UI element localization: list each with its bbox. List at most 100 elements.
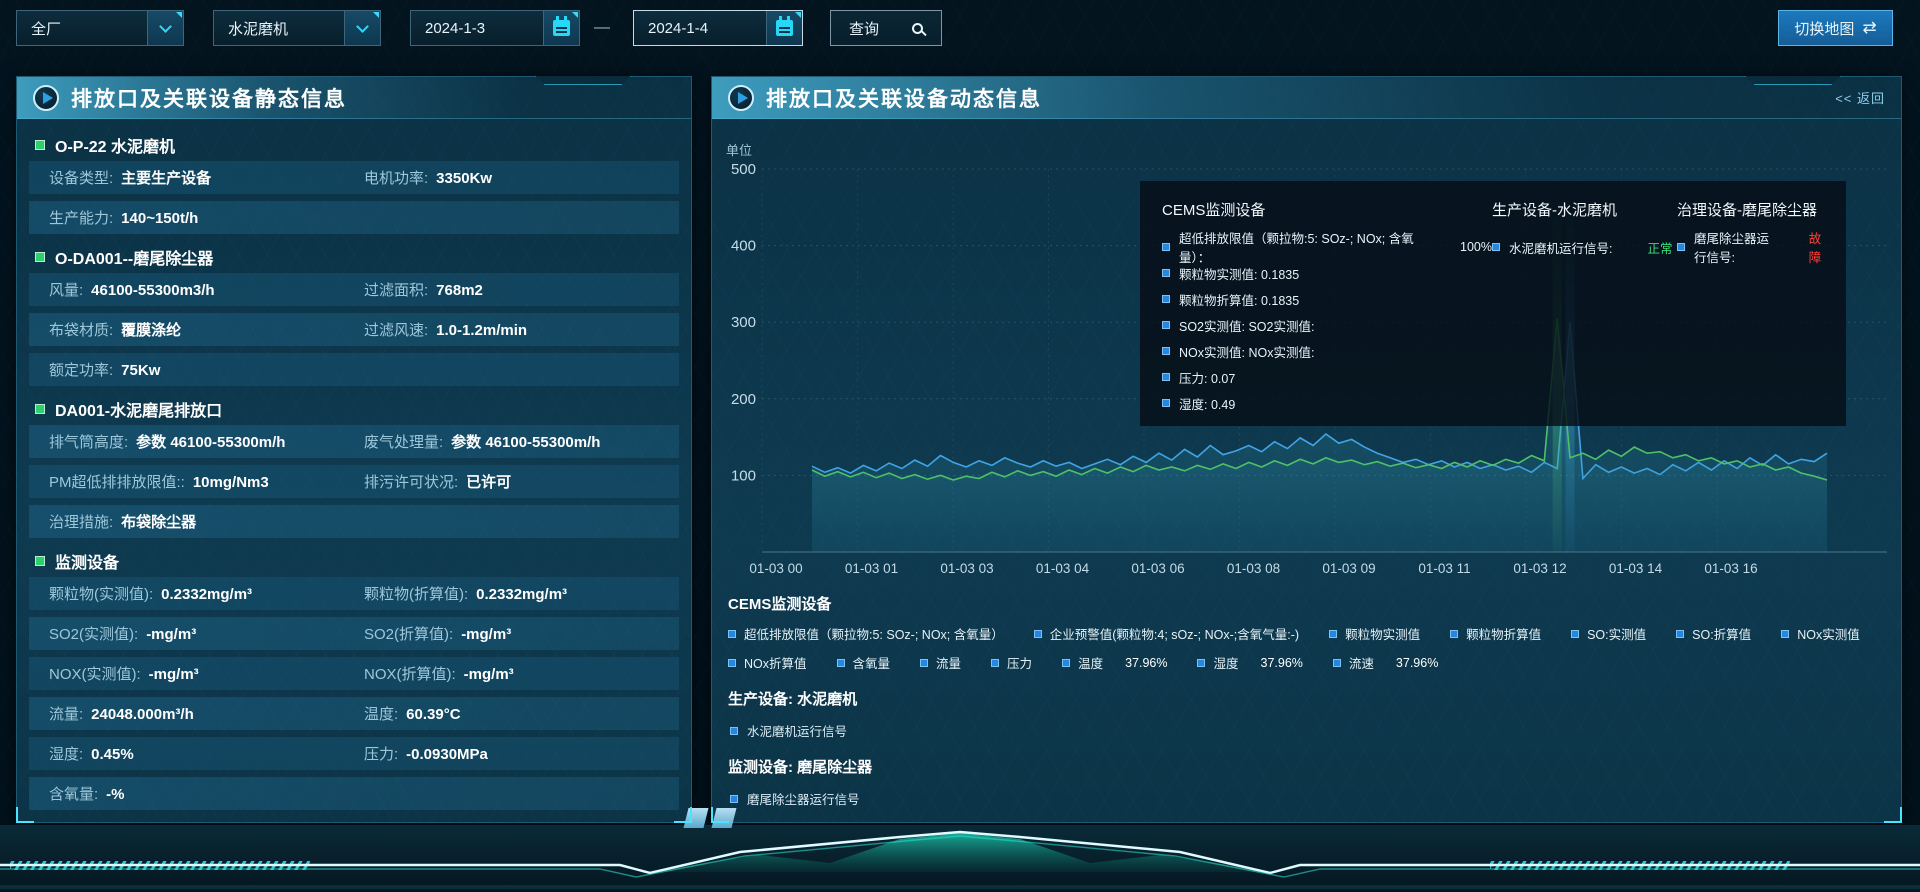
tooltip-cems-title: CEMS监测设备: [1162, 199, 1492, 220]
chevron-down-icon: [159, 20, 172, 33]
legend-marker-icon: [1034, 630, 1042, 638]
dynamic-info-title: 排放口及关联设备动态信息: [766, 83, 1042, 113]
info-cell: 颗粒物(实测值):0.2332mg/m³: [49, 583, 364, 604]
x-axis-tick-label: 01-03 01: [845, 561, 898, 576]
y-axis-unit-label: 单位: [726, 143, 752, 158]
y-axis-tick-label: 500: [731, 161, 756, 178]
field-value: 140~150t/h: [121, 210, 198, 227]
legend-marker-icon: [1677, 243, 1685, 251]
legend-item[interactable]: 企业预警值(颗粒物:4; sOz-; NOx-;含氧气量:-): [1034, 624, 1299, 643]
field-label: 压力:: [364, 743, 398, 764]
info-cell: 排污许可状况:已许可: [364, 471, 679, 492]
y-axis-tick-label: 100: [731, 467, 756, 484]
field-label: 废气处理量:: [364, 431, 443, 452]
info-cell: 设备类型:主要生产设备: [49, 167, 364, 188]
info-row: SO2(实测值):-mg/m³SO2(折算值):-mg/m³: [29, 617, 679, 650]
device-select-dropdown-button[interactable]: [344, 11, 380, 45]
tooltip-treatment-column: 治理设备-磨尾除尘器 磨尾除尘器运行信号: 故障: [1677, 199, 1826, 412]
info-row: 排气筒高度:参数 46100-55300m/h废气处理量:参数 46100-55…: [29, 425, 679, 458]
search-icon: [912, 23, 923, 34]
x-axis-tick-label: 01-03 00: [749, 561, 802, 576]
field-label: 治理措施:: [49, 511, 113, 532]
field-value: 覆膜涤纶: [121, 319, 181, 340]
x-axis-tick-label: 01-03 03: [940, 561, 993, 576]
chevron-down-icon: [356, 20, 369, 33]
legend-item[interactable]: 超低排放限值（颗拉物:5: SOz-; NOx; 含氧量）: [728, 624, 1004, 643]
green-square-icon: [35, 556, 45, 566]
legend-item[interactable]: 流量: [920, 653, 961, 672]
date-from-picker-button[interactable]: [543, 11, 579, 45]
info-cell: NOX(实测值):-mg/m³: [49, 663, 364, 684]
static-info-title: 排放口及关联设备静态信息: [71, 83, 347, 113]
field-label: 布袋材质:: [49, 319, 113, 340]
query-button[interactable]: 查询: [830, 10, 942, 46]
chart-tooltip: CEMS监测设备 超低排放限值（颗拉物:5: SOz-; NOx; 含氧量）：1…: [1140, 181, 1846, 426]
tooltip-cems-column: CEMS监测设备 超低排放限值（颗拉物:5: SOz-; NOx; 含氧量）：1…: [1162, 199, 1492, 412]
legend-marker-icon: [1162, 321, 1170, 329]
legend-marker-icon: [1162, 373, 1170, 381]
tooltip-item: 颗粒物折算值: 0.1835: [1162, 286, 1492, 312]
legend-item[interactable]: 压力: [991, 653, 1032, 672]
section-header: 监测设备: [29, 545, 679, 577]
info-row: 湿度:0.45%压力:-0.0930MPa: [29, 737, 679, 770]
legend-item[interactable]: 颗粒物折算值: [1450, 624, 1541, 643]
calendar-icon: [776, 20, 793, 36]
back-link[interactable]: << 返回: [1835, 88, 1885, 107]
info-cell: 温度:60.39°C: [364, 703, 679, 724]
plant-select-dropdown-button[interactable]: [147, 11, 183, 45]
legend-item[interactable]: 流速37.96%: [1333, 653, 1438, 672]
play-icon: [728, 85, 754, 111]
info-cell: 额定功率:75Kw: [49, 359, 364, 380]
date-to-value: 2024-1-4: [634, 20, 766, 37]
tooltip-production-column: 生产设备-水泥磨机 水泥磨机运行信号: 正常: [1492, 199, 1677, 412]
field-label: 湿度:: [49, 743, 83, 764]
legend-marker-icon: [1329, 630, 1337, 638]
date-to-input[interactable]: 2024-1-4: [633, 10, 803, 46]
section-header: O-P-22 水泥磨机: [29, 129, 679, 161]
play-icon: [33, 85, 59, 111]
info-cell: 风量:46100-55300m3/h: [49, 279, 364, 300]
dynamic-info-panel: 排放口及关联设备动态信息 << 返回 单位10020030040050001-0…: [711, 76, 1902, 823]
info-cell: SO2(实测值):-mg/m³: [49, 623, 364, 644]
legend-marker-icon: [1450, 630, 1458, 638]
section-title: O-DA001--磨尾除尘器: [55, 245, 213, 269]
legend-item[interactable]: SO:实测值: [1571, 624, 1646, 643]
top-toolbar: 全厂 水泥磨机 2024-1-3 — 2024-1-4 查询 切换地图 ⇄: [0, 0, 1920, 58]
legend-marker-icon: [1333, 659, 1341, 667]
info-cell: 含氧量:-%: [49, 783, 364, 804]
legend-marker-icon: [730, 795, 738, 803]
legend-item[interactable]: SO:折算值: [1676, 624, 1751, 643]
legend-marker-icon: [730, 727, 738, 735]
field-value: 768m2: [436, 282, 483, 299]
info-row: 风量:46100-55300m3/h过滤面积:768m2: [29, 273, 679, 306]
section-header: O-DA001--磨尾除尘器: [29, 241, 679, 273]
legend-item[interactable]: 含氧量: [837, 653, 891, 672]
device-select[interactable]: 水泥磨机: [213, 10, 381, 46]
field-label: PM超低排排放限值::: [49, 471, 185, 492]
plant-select[interactable]: 全厂: [16, 10, 184, 46]
legend-item[interactable]: NOx实测值: [1781, 624, 1860, 643]
field-label: SO2(实测值):: [49, 623, 138, 644]
date-from-input[interactable]: 2024-1-3: [410, 10, 580, 46]
switch-map-button[interactable]: 切换地图 ⇄: [1778, 10, 1893, 46]
production-section-title: 生产设备: 水泥磨机: [728, 688, 1885, 709]
cems-legend-row-1: 超低排放限值（颗拉物:5: SOz-; NOx; 含氧量） 企业预警值(颗粒物:4…: [728, 624, 1885, 643]
status-badge: 正常: [1647, 238, 1672, 257]
date-to-picker-button[interactable]: [766, 11, 802, 45]
field-value: 已许可: [466, 471, 511, 492]
legend-marker-icon: [728, 659, 736, 667]
legend-item[interactable]: 颗粒物实测值: [1329, 624, 1420, 643]
tooltip-item: 湿度: 0.49: [1162, 390, 1492, 416]
field-value: -%: [106, 786, 124, 803]
info-row: 设备类型:主要生产设备电机功率:3350Kw: [29, 161, 679, 194]
legend-item[interactable]: NOx折算值: [728, 653, 807, 672]
legend-item[interactable]: 湿度37.96%: [1197, 653, 1302, 672]
cems-legend-row-2: NOx折算值 含氧量 流量 压力 温度37.96% 湿度37.96% 流速37.96%: [728, 653, 1885, 672]
legend-item[interactable]: 温度37.96%: [1062, 653, 1167, 672]
legend-marker-icon: [1781, 630, 1789, 638]
x-axis-tick-label: 01-03 12: [1513, 561, 1566, 576]
info-row: 生产能力:140~150t/h: [29, 201, 679, 234]
date-from-value: 2024-1-3: [411, 20, 543, 37]
field-label: NOX(实测值):: [49, 663, 141, 684]
section-title: 监测设备: [55, 549, 119, 573]
